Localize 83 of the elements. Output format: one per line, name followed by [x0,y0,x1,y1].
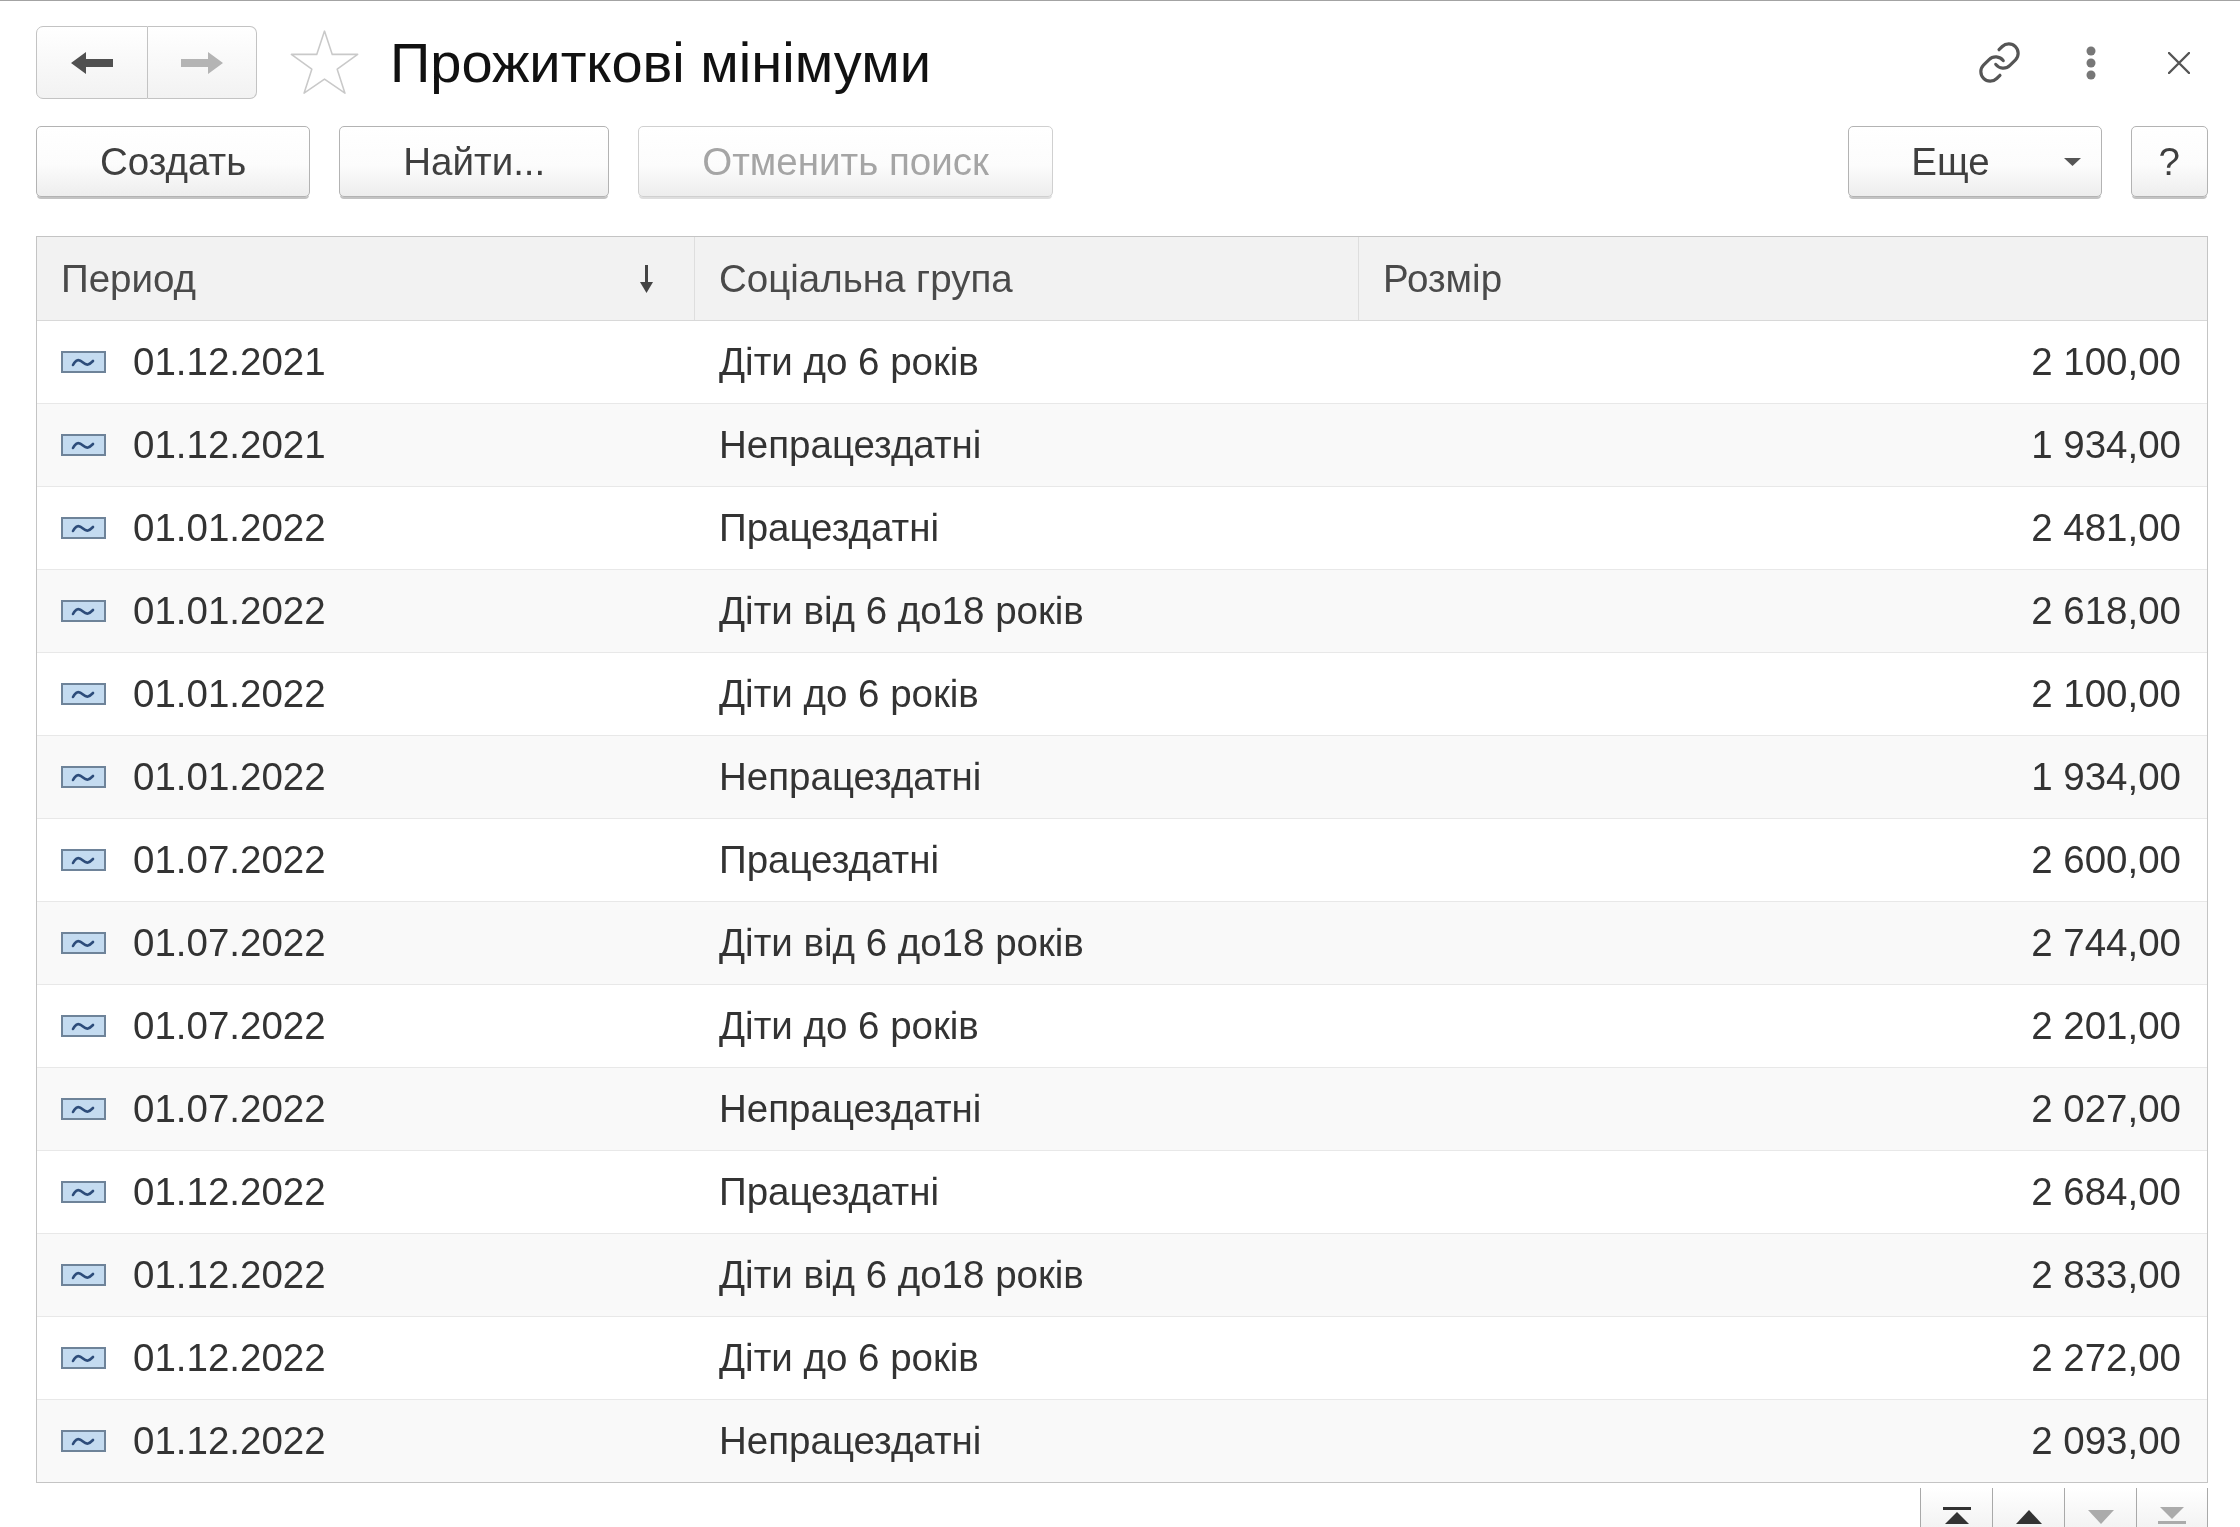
more-menu-icon[interactable] [2086,45,2096,80]
column-header[interactable]: Соціальна група [695,237,1359,320]
table-cell-text: Непрацездатні [718,754,983,800]
table-cell-text: 1 934,00 [2030,422,2182,468]
table-row[interactable]: 01.07.2022 Діти від 6 до18 років 2 744,00 [37,902,2207,985]
table-cell: 01.01.2022 [133,755,326,799]
bar-up-triangle-icon [1942,1507,1971,1524]
table-row[interactable]: 01.07.2022 Непрацездатні 2 027,00 [37,1068,2207,1151]
wave-tile-icon [61,351,106,373]
table-cell: 01.07.2022 [133,921,326,965]
wave-tile-icon [61,1430,106,1452]
scroll-up-button[interactable] [1992,1488,2064,1527]
table-cell-text: 2 618,00 [2030,588,2182,634]
table-cell: 01.07.2022 [133,1004,326,1048]
toolbar-button[interactable]: Найти... [339,126,610,197]
table-cell-text: Працездатні [718,837,940,883]
table-cell-text: 2 272,00 [2030,1335,2182,1381]
wave-tile-icon [61,766,106,788]
table-cell-text: 2 093,00 [2030,1418,2182,1464]
table-cell-text: Діти від 6 до18 років [718,920,1085,966]
table-cell-text: 2 833,00 [2030,1252,2182,1298]
wave-tile-icon [61,434,106,456]
wave-tile-icon [61,1015,106,1037]
table-cell-text: 2 100,00 [2030,671,2182,717]
table-cell-text: Непрацездатні [718,1418,983,1464]
wave-tile-icon [61,1347,106,1369]
table-cell: 01.01.2022 [133,589,326,633]
wave-tile-icon [61,600,106,622]
star-icon[interactable] [289,29,360,96]
table-cell: 01.07.2022 [133,1087,326,1131]
table-cell-text: 2 481,00 [2030,505,2182,551]
wave-tile-icon [61,932,106,954]
table-cell: 01.12.2022 [133,1253,326,1297]
table-row[interactable]: 01.01.2022 Діти від 6 до18 років 2 618,00 [37,570,2207,653]
column-header[interactable]: Розмір [1359,237,2207,320]
toolbar-button[interactable]: Создать [36,126,311,197]
close-icon[interactable] [2168,51,2190,74]
wave-tile-icon [61,517,106,539]
table-cell-text: 2 100,00 [2030,339,2182,385]
scroll-to-top-button[interactable] [1920,1488,1992,1527]
table-cell-text: Діти до 6 років [718,1335,980,1381]
column-header[interactable]: Период [37,237,695,320]
table-cell-text: Працездатні [718,1169,940,1215]
table-cell-text: 2 027,00 [2030,1086,2182,1132]
table-cell: 01.12.2022 [133,1170,326,1214]
down-triangle-bar-icon [2158,1507,2186,1524]
wave-tile-icon [61,1098,106,1120]
table-cell: 01.12.2021 [133,423,326,467]
table-cell-text: Діти до 6 років [718,339,980,385]
table-cell-text: 2 744,00 [2030,920,2182,966]
table-cell-text: 2 684,00 [2030,1169,2182,1215]
more-dropdown-button[interactable]: Еще [1848,126,2102,197]
wave-tile-icon [61,849,106,871]
table-cell-text: Діти до 6 років [718,671,980,717]
help-button[interactable]: ? [2130,126,2208,197]
table-cell: 01.12.2022 [133,1336,326,1380]
left-arrow-icon [71,51,113,74]
table-row[interactable]: 01.12.2021 Непрацездатні 1 934,00 [37,404,2207,487]
back-button[interactable] [36,26,148,99]
table-cell-text: 1 934,00 [2030,754,2182,800]
table-row[interactable]: 01.12.2022 Діти від 6 до18 років 2 833,00 [37,1234,2207,1317]
wave-tile-icon [61,1264,106,1286]
wave-tile-icon [61,1181,106,1203]
link-icon[interactable] [1977,40,2022,85]
table-cell: 01.01.2022 [133,672,326,716]
table-cell-text: Діти від 6 до18 років [718,1252,1085,1298]
table-cell: 01.01.2022 [133,506,326,550]
table-cell-text: Непрацездатні [718,1086,983,1132]
table-cell-text: 2 201,00 [2030,1003,2182,1049]
wave-tile-icon [61,683,106,705]
dropdown-caret-icon [2063,157,2081,166]
table-cell-text: 2 600,00 [2030,837,2182,883]
table-cell-text: Працездатні [718,505,940,551]
table-row[interactable]: 01.12.2022 Непрацездатні 2 093,00 [37,1400,2207,1482]
window-title: Прожиткові мінімуми [390,30,931,95]
table-cell-text: Непрацездатні [718,422,983,468]
table-cell-text: Діти від 6 до18 років [718,588,1085,634]
table-row[interactable]: 01.01.2022 Непрацездатні 1 934,00 [37,736,2207,819]
table-cell: 01.12.2022 [133,1419,326,1463]
right-arrow-icon [181,51,223,74]
table-cell: 01.12.2021 [133,340,326,384]
table-cell-text: Діти до 6 років [718,1003,980,1049]
table-cell: 01.07.2022 [133,838,326,882]
